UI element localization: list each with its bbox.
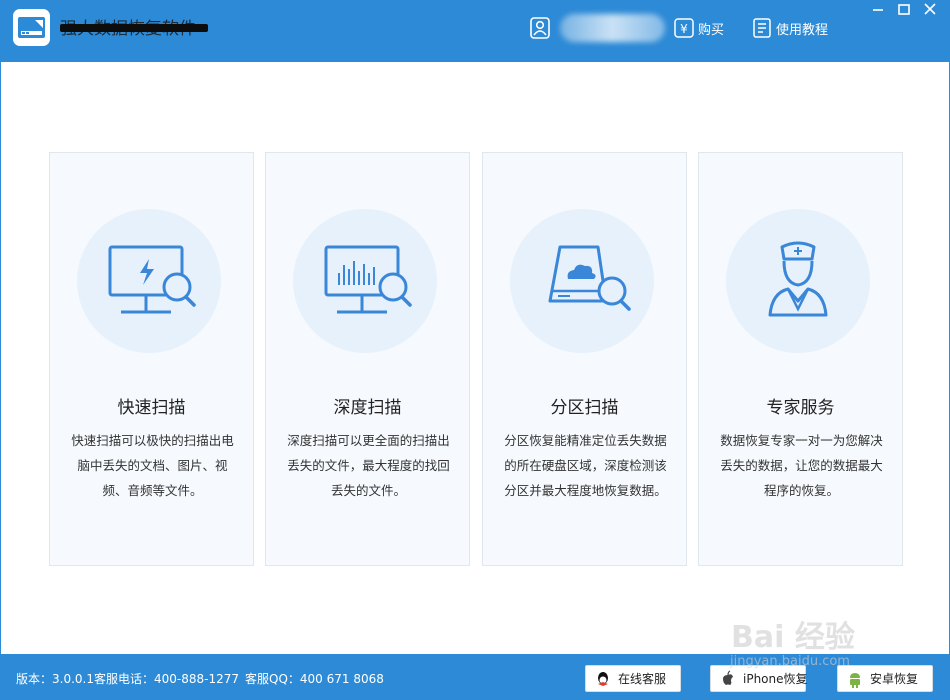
card-description: 快速扫描可以极快的扫描出电脑中丢失的文档、图片、视频、音频等文件。 [71,433,234,498]
iphone-recovery-label: iPhone恢复 [743,672,808,686]
quick-scan-card[interactable]: 快速扫描 快速扫描可以极快的扫描出电脑中丢失的文档、图片、视频、音频等文件。 [49,152,254,566]
card-description: 深度扫描可以更全面的扫描出丢失的文件，最大程度的找回丢失的文件。 [287,433,450,498]
main-content: 快速扫描 快速扫描可以极快的扫描出电脑中丢失的文档、图片、视频、音频等文件。 深… [0,62,950,655]
app-logo-icon [13,9,50,46]
buy-label: 购买 [698,22,725,38]
iphone-recovery-button[interactable]: iPhone恢复 [710,665,808,692]
baidu-url-watermark: jingyan.baidu.com [730,654,850,669]
qq-text: 客服QQ：400 671 8068 [245,672,384,686]
online-service-button[interactable]: 在线客服 [585,665,681,692]
document-icon [752,18,772,38]
tutorial-label: 使用教程 [776,22,829,38]
version-text: 版本：3.0.0.1 [16,672,94,686]
svg-text:¥: ¥ [680,22,688,36]
partition-scan-icon-circle [510,209,654,353]
username-blurred[interactable] [560,14,665,42]
buy-button[interactable]: ¥ 购买 [674,17,724,39]
tutorial-button[interactable]: 使用教程 [752,17,828,39]
partition-scan-card[interactable]: 分区扫描 分区恢复能精准定位丢失数据的所在硬盘区域，深度检测该分区并最大程度地恢… [482,152,687,566]
apple-icon [719,669,737,688]
maximize-button[interactable] [892,0,916,20]
qq-icon [594,670,612,688]
expert-service-card[interactable]: 专家服务 数据恢复专家一对一为您解决丢失的数据，让您的数据最大程序的恢复。 [698,152,903,566]
doctor-icon [768,241,828,317]
minimize-button[interactable] [866,0,890,20]
status-bar: 版本：3.0.0.1 客服电话：400-888-1277 客服QQ：400 67… [0,654,950,700]
card-title: 专家服务 [766,398,835,418]
card-title: 快速扫描 [117,398,186,418]
monitor-lightning-search-icon [108,245,196,314]
android-icon [846,670,864,688]
phone-text: 客服电话：400-888-1277 [94,672,240,686]
quick-scan-icon-circle [77,209,221,353]
card-description: 数据恢复专家一对一为您解决丢失的数据，让您的数据最大程序的恢复。 [720,433,883,498]
expert-service-icon-circle [726,209,870,353]
user-icon[interactable] [530,17,550,39]
yen-icon: ¥ [674,18,694,38]
android-recovery-button[interactable]: 安卓恢复 [837,665,933,692]
close-button[interactable] [918,0,942,20]
card-title: 分区扫描 [550,398,619,418]
monitor-chart-search-icon [324,245,412,314]
disk-cloud-search-icon [548,245,631,311]
title-bar: 强大数据恢复软件 ¥ 购买 使用教程 [0,0,950,62]
baidu-watermark: Bai 经验 [731,620,855,655]
android-recovery-label: 安卓恢复 [870,672,919,686]
card-description: 分区恢复能精准定位丢失数据的所在硬盘区域，深度检测该分区并最大程度地恢复数据。 [504,433,667,498]
online-service-label: 在线客服 [618,672,667,686]
card-title: 深度扫描 [333,398,402,418]
deep-scan-card[interactable]: 深度扫描 深度扫描可以更全面的扫描出丢失的文件，最大程度的找回丢失的文件。 [265,152,470,566]
deep-scan-icon-circle [293,209,437,353]
title-redaction [60,24,208,32]
